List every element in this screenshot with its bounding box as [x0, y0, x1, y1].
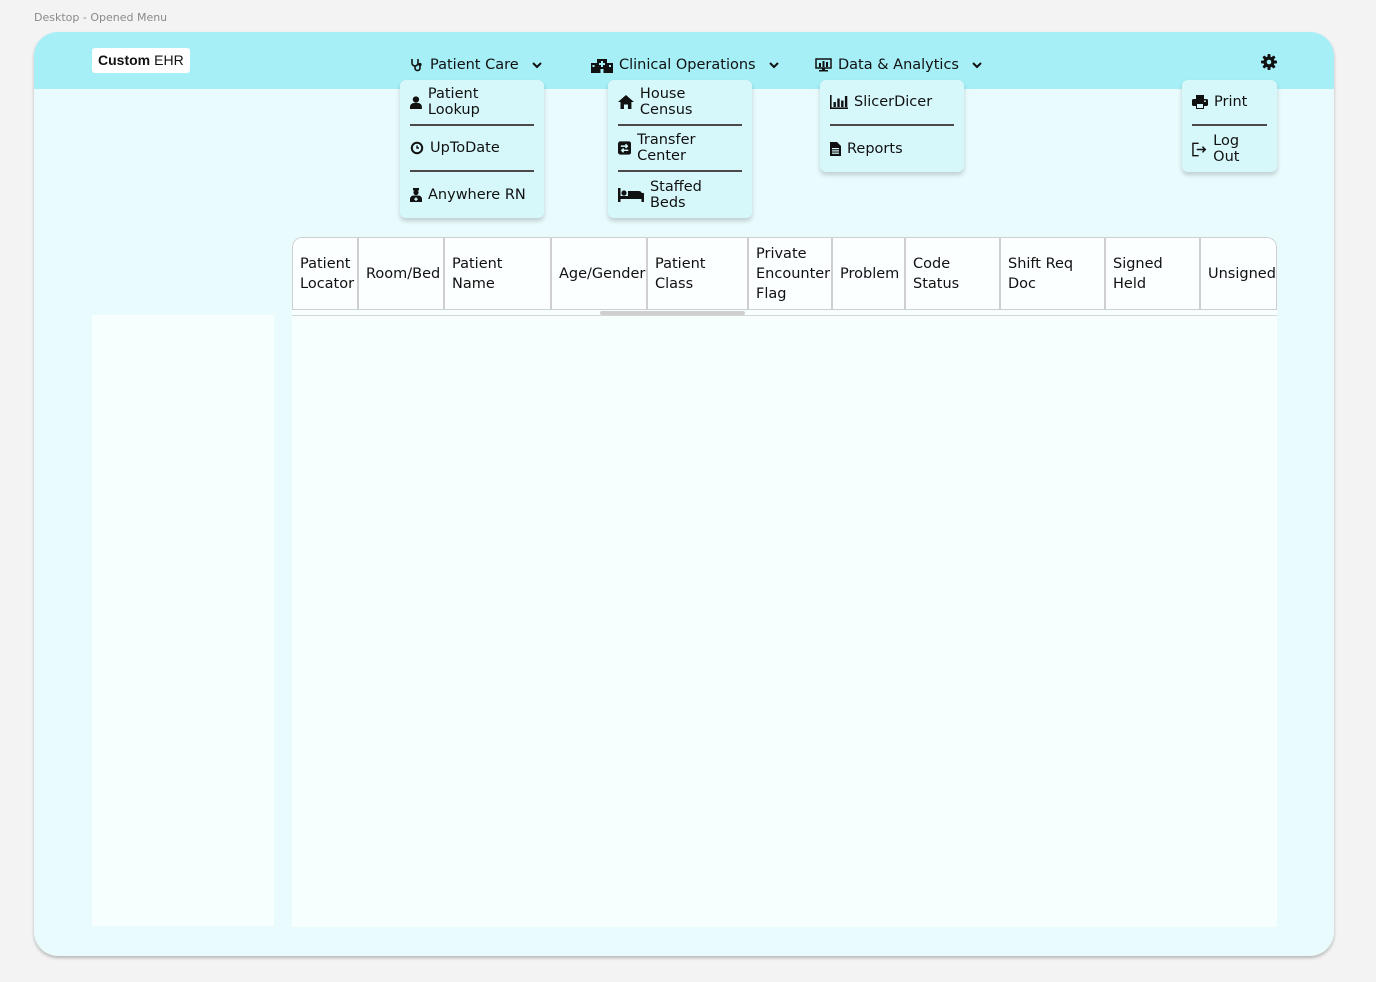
nav-clinical-operations-label: Clinical Operations — [619, 57, 756, 73]
menu-item-log-out[interactable]: Log Out — [1192, 126, 1267, 172]
menu-item-reports[interactable]: Reports — [830, 126, 954, 172]
column-header-shift-req-doc[interactable]: Shift Req Doc — [1001, 238, 1106, 309]
hospital-icon — [591, 58, 613, 73]
nav-data-analytics-label: Data & Analytics — [838, 57, 959, 73]
menu-item-label: Transfer Center — [637, 132, 696, 164]
transfer-icon — [618, 141, 632, 155]
menu-item-label: Patient Lookup — [427, 86, 480, 118]
nav-data-analytics[interactable]: Data & Analytics — [815, 54, 983, 76]
app-logo[interactable]: Custom EHR — [92, 48, 190, 73]
settings-menu: Print Log Out — [1182, 80, 1277, 172]
menu-item-label: Staffed Beds — [649, 179, 702, 211]
column-header-unsigned-orders[interactable]: Unsigned Orders — [1201, 238, 1276, 309]
menu-item-uptodate[interactable]: UpToDate — [410, 126, 534, 172]
logo-bold-text: Custom — [98, 52, 151, 68]
table-header-divider — [292, 310, 1277, 316]
logo-text: EHR — [154, 52, 184, 68]
menu-item-anywhere-rn[interactable]: Anywhere RN — [410, 172, 534, 218]
column-header-problem[interactable]: Problem — [833, 238, 906, 309]
menu-item-label: UpToDate — [430, 140, 500, 156]
nav-patient-care-label: Patient Care — [430, 57, 519, 73]
column-header-private-encounter-flag[interactable]: Private Encounter Flag — [749, 238, 833, 309]
clinical-operations-menu: House Census Transfer Center Staffed Bed… — [608, 80, 752, 218]
canvas-label: Desktop - Opened Menu — [34, 11, 168, 24]
sidebar-panel — [92, 315, 274, 926]
chevron-down-icon — [768, 62, 779, 69]
house-icon — [618, 95, 634, 109]
app-window: Custom EHR Patient Care Clinical Operati… — [34, 32, 1334, 956]
menu-item-label: Reports — [847, 141, 903, 157]
monitor-chart-icon — [815, 58, 832, 72]
document-icon — [830, 142, 841, 156]
clock-icon — [410, 141, 424, 155]
menu-item-slicerdicer[interactable]: SlicerDicer — [830, 80, 954, 126]
menu-item-staffed-beds[interactable]: Staffed Beds — [618, 172, 742, 218]
data-analytics-menu: SlicerDicer Reports — [820, 80, 964, 172]
menu-item-label: SlicerDicer — [854, 94, 933, 110]
chevron-down-icon — [972, 62, 982, 69]
menu-item-label: Anywhere RN — [428, 187, 526, 203]
menu-item-house-census[interactable]: House Census — [618, 80, 742, 126]
menu-item-label: Log Out — [1213, 133, 1240, 165]
nav-clinical-operations[interactable]: Clinical Operations — [591, 54, 780, 76]
column-header-patient-name[interactable]: Patient Name — [445, 238, 552, 309]
gear-icon[interactable] — [1260, 53, 1278, 71]
table-header-row: Patient Locator Room/Bed Patient Name Ag… — [292, 237, 1277, 310]
bed-icon — [618, 188, 644, 202]
menu-item-label: House Census — [639, 86, 693, 118]
printer-icon — [1192, 95, 1208, 109]
column-header-signed-held[interactable]: Signed Held — [1106, 238, 1201, 309]
menu-item-patient-lookup[interactable]: Patient Lookup — [410, 80, 534, 126]
column-header-patient-class[interactable]: Patient Class — [648, 238, 749, 309]
column-header-room-bed[interactable]: Room/Bed — [359, 238, 445, 309]
column-header-code-status[interactable]: Code Status — [906, 238, 1001, 309]
horizontal-scrollbar[interactable] — [600, 311, 745, 315]
nav-patient-care[interactable]: Patient Care — [410, 54, 543, 76]
column-header-patient-locator[interactable]: Patient Locator — [293, 238, 359, 309]
patient-table: Patient Locator Room/Bed Patient Name Ag… — [292, 237, 1277, 927]
chevron-down-icon — [531, 62, 542, 69]
patient-care-menu: Patient Lookup UpToDate Anywhere RN — [400, 80, 544, 218]
stethoscope-icon — [411, 59, 422, 72]
logout-icon — [1192, 142, 1207, 156]
column-header-age-gender[interactable]: Age/Gender — [552, 238, 648, 309]
menu-item-transfer-center[interactable]: Transfer Center — [618, 126, 742, 172]
nurse-icon — [410, 188, 422, 202]
bar-chart-icon — [830, 95, 848, 109]
menu-item-label: Print — [1214, 94, 1248, 110]
user-icon — [410, 95, 422, 109]
menu-item-print[interactable]: Print — [1192, 80, 1267, 126]
